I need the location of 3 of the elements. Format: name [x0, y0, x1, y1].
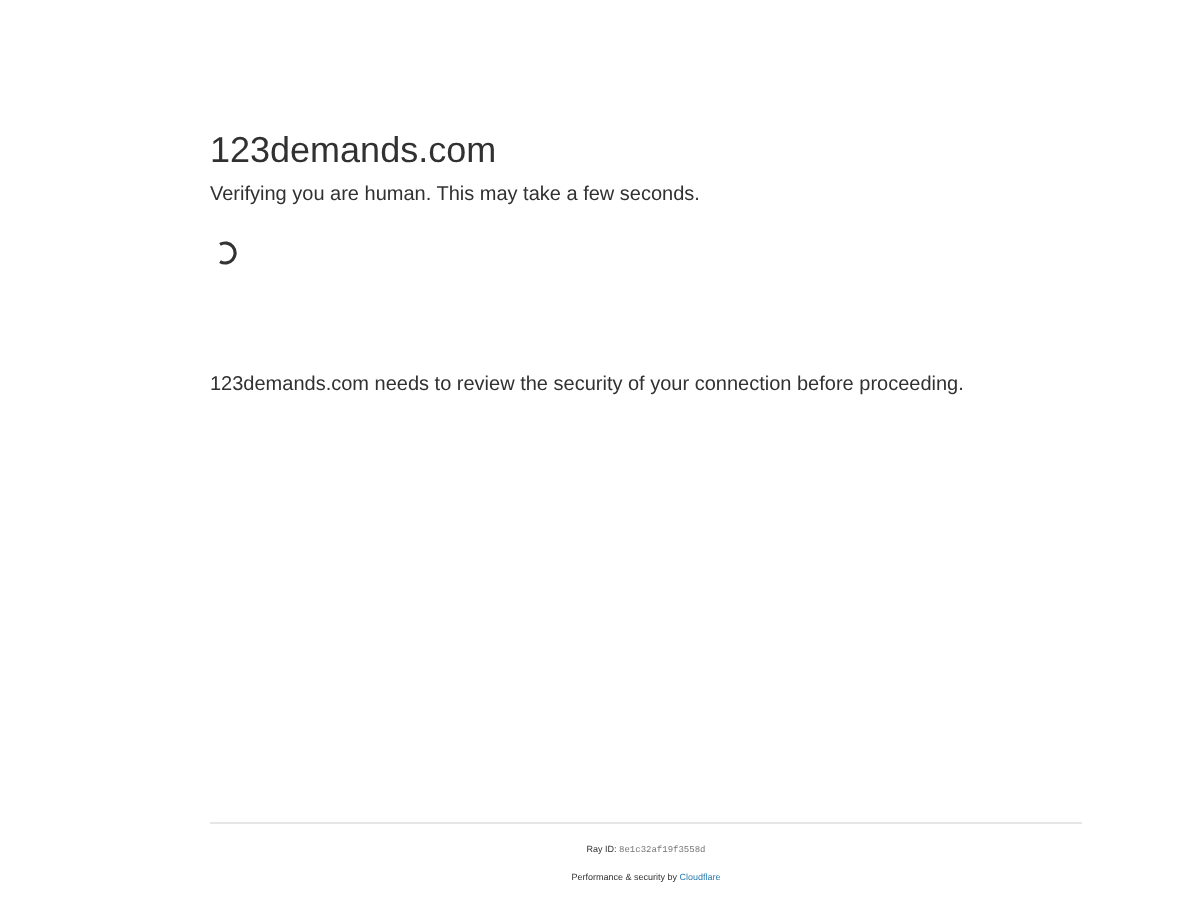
status-text: Verifying you are human. This may take a few seconds. — [210, 184, 702, 206]
site-title: 123demands.com — [210, 128, 499, 172]
security-message: 123demands.com needs to review the security of your connection before proceeding. — [210, 374, 966, 396]
